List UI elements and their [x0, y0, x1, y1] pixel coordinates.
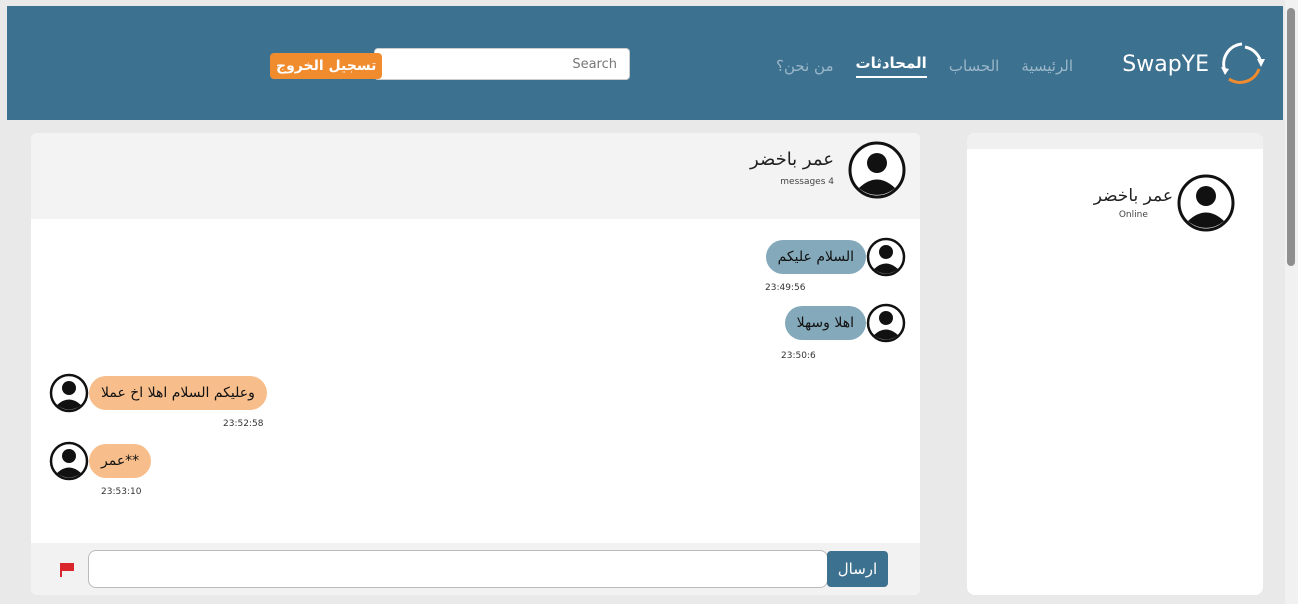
- message-bubble: عمر**: [89, 444, 152, 478]
- contact-name: عمر باخضر: [1093, 186, 1173, 206]
- user-avatar-icon: [866, 237, 906, 277]
- contact-item[interactable]: عمر باخضر Online: [995, 173, 1235, 233]
- message-composer: ارسال: [31, 543, 920, 595]
- page-scrollbar[interactable]: [1285, 0, 1298, 604]
- nav-account[interactable]: الحساب: [949, 57, 1000, 75]
- user-avatar-icon: [866, 303, 906, 343]
- brand-name[interactable]: SwapYE: [1122, 52, 1209, 77]
- nav-chats[interactable]: المحادثات: [855, 54, 927, 78]
- contact-status: Online: [1118, 210, 1148, 220]
- logout-button[interactable]: تسجيل الخروج: [270, 53, 383, 79]
- user-avatar-icon: [49, 441, 89, 481]
- contacts-header: [967, 133, 1263, 149]
- chat-contact-name: عمر باخضر: [750, 149, 834, 170]
- scrollbar-thumb[interactable]: [1287, 8, 1295, 266]
- message-time: 23:53:10: [101, 487, 142, 497]
- flag-icon[interactable]: [59, 562, 75, 578]
- chat-panel: عمر باخضر messages 4 السلام عليكم 23:49:…: [31, 133, 920, 595]
- message-bubble: السلام عليكم: [765, 240, 866, 274]
- brand[interactable]: SwapYE: [1122, 36, 1267, 92]
- message-item: عمر**: [49, 441, 152, 481]
- message-item: وعليكم السلام اهلا اخ عملا: [49, 373, 267, 413]
- nav-links: الرئيسية الحساب المحادثات من نحن؟: [776, 54, 1073, 78]
- message-time: 23:50:6: [781, 351, 816, 361]
- message-input[interactable]: [88, 550, 828, 588]
- search-input[interactable]: [374, 48, 630, 80]
- contacts-panel: عمر باخضر Online: [967, 133, 1263, 595]
- message-item: السلام عليكم: [765, 237, 906, 277]
- message-time: 23:49:56: [765, 283, 806, 293]
- message-item: اهلا وسهلا: [784, 303, 906, 343]
- top-navbar: SwapYE الرئيسية الحساب المحادثات من نحن؟…: [7, 6, 1283, 120]
- nav-about[interactable]: من نحن؟: [776, 57, 833, 75]
- message-bubble: اهلا وسهلا: [784, 306, 866, 340]
- chat-header: عمر باخضر messages 4: [31, 133, 920, 219]
- swap-arrows-icon[interactable]: [1217, 39, 1267, 89]
- user-avatar-icon: [848, 141, 906, 199]
- user-avatar-icon: [1177, 174, 1235, 232]
- message-count: messages 4: [780, 177, 834, 187]
- user-avatar-icon: [49, 373, 89, 413]
- message-bubble: وعليكم السلام اهلا اخ عملا: [89, 376, 267, 410]
- nav-home[interactable]: الرئيسية: [1021, 57, 1073, 75]
- send-button[interactable]: ارسال: [827, 551, 888, 587]
- contact-text: عمر باخضر Online: [1094, 186, 1173, 220]
- message-time: 23:52:58: [223, 419, 264, 429]
